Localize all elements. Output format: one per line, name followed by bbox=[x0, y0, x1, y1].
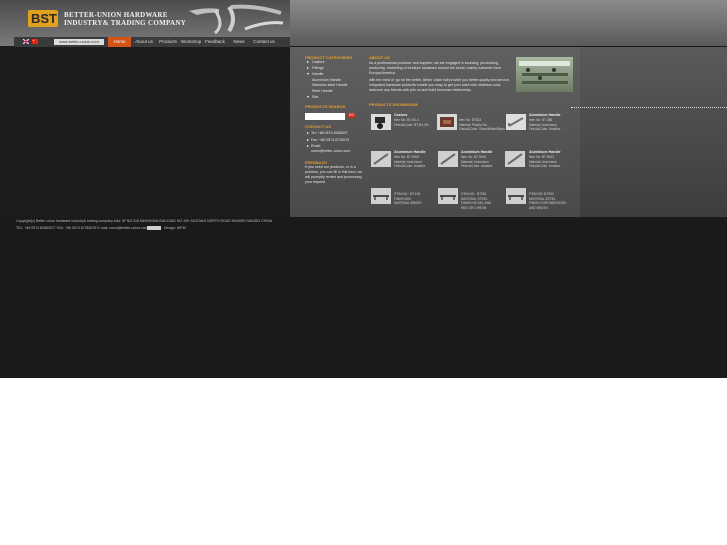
workshop-photo-graphic bbox=[519, 61, 570, 84]
category-handle[interactable]: Handle bbox=[312, 72, 323, 77]
nav-contact-us[interactable]: Contact us bbox=[252, 37, 276, 47]
company-name-line2: INDUSTRY& TRADING COMPANY bbox=[64, 19, 187, 27]
aluminium-handle-image[interactable] bbox=[505, 151, 525, 167]
about-text-line: welcome any friends with join us and bui… bbox=[369, 88, 472, 92]
nav-feedback[interactable]: Feedback bbox=[204, 37, 226, 47]
footer-contact: TEL: +86 0574 82883077 FAX: +86 0574 872… bbox=[16, 226, 148, 230]
arrow-icon bbox=[307, 132, 309, 134]
handle-product-image[interactable] bbox=[371, 188, 391, 204]
about-text-line: Europe/America. bbox=[369, 71, 396, 75]
nav-home[interactable]: Home bbox=[108, 37, 131, 47]
website-url-box[interactable]: www.better-union.com bbox=[54, 39, 104, 45]
aluminium-handle-image[interactable] bbox=[371, 151, 391, 167]
product-detail: RED OR CHROM bbox=[461, 205, 487, 210]
about-title: ABOUT US bbox=[369, 55, 390, 60]
nav-about-us[interactable]: About us bbox=[133, 37, 155, 47]
product-name[interactable]: Aluminium Handle bbox=[394, 150, 426, 154]
nav-workshop[interactable]: Workshop bbox=[180, 37, 202, 47]
footer-badge[interactable] bbox=[147, 226, 161, 230]
product-name[interactable]: Aluminium Handle bbox=[461, 150, 493, 154]
china-flag-icon[interactable] bbox=[32, 39, 38, 44]
handle-product-image[interactable] bbox=[438, 188, 458, 204]
search-input[interactable] bbox=[305, 113, 345, 120]
product-detail: Finish&Color: Anodize bbox=[461, 164, 493, 168]
nav-products[interactable]: Products bbox=[157, 37, 179, 47]
category-stainless-steel-handle[interactable]: Stainless steel Handle bbox=[312, 83, 348, 88]
product-name[interactable]: Castors bbox=[394, 113, 407, 117]
category-fittings[interactable]: Fittings bbox=[312, 66, 324, 71]
aluminium-handle-image[interactable] bbox=[506, 114, 526, 130]
product-detail: Finish&Color: Anodize bbox=[529, 164, 561, 168]
company-logo[interactable]: BST bbox=[28, 10, 58, 27]
product-detail: AND BRUSH bbox=[529, 205, 548, 210]
product-detail: MATERIAL:BRASS bbox=[394, 201, 422, 205]
category-castors[interactable]: Castors bbox=[312, 60, 324, 65]
logo-text: BST bbox=[31, 11, 57, 26]
uk-flag-icon[interactable] bbox=[23, 39, 29, 44]
footer-copyright: Copyright(c) Better union hardware indus… bbox=[16, 219, 273, 223]
handle-decoration-image bbox=[189, 4, 284, 35]
product-detail: Finish&Color: Silver/White/Black bbox=[459, 127, 505, 131]
arrow-icon bbox=[307, 145, 309, 147]
aluminium-handle-image[interactable] bbox=[438, 151, 458, 167]
search-title: PRODUCTS SEARCH bbox=[305, 104, 346, 109]
product-name[interactable]: Aluminium Handle bbox=[529, 150, 561, 154]
feedback-text-line: your request. bbox=[305, 180, 326, 184]
castor-product-image[interactable] bbox=[371, 114, 391, 130]
nav-news[interactable]: News bbox=[228, 37, 250, 47]
handle-product-image[interactable] bbox=[506, 188, 526, 204]
dotted-divider bbox=[571, 107, 727, 108]
category-aluminium-handle[interactable]: Aluminium Handle bbox=[312, 78, 341, 83]
category-slat[interactable]: Slat bbox=[312, 95, 318, 100]
left-dark-area bbox=[0, 47, 290, 217]
contact-tel: Tel: +86 0574 8288307 bbox=[311, 130, 348, 135]
arrow-down-icon bbox=[307, 96, 309, 98]
arrow-down-icon bbox=[307, 73, 309, 75]
product-detail: Finish&Color: BT-R4-0% bbox=[394, 122, 429, 127]
showroom-title: PRODUCTS SHOWROOM bbox=[369, 102, 418, 107]
category-steel-handle[interactable]: Steel Handle bbox=[312, 89, 333, 94]
footer-design: Design: WF36 bbox=[164, 226, 187, 230]
contact-email[interactable]: union@better-union.com bbox=[311, 149, 350, 154]
product-detail: Finish&Color: Anodize bbox=[529, 127, 561, 131]
arrow-icon bbox=[307, 61, 309, 63]
fitting-product-image[interactable] bbox=[437, 114, 457, 130]
arrow-icon bbox=[307, 67, 309, 69]
arrow-icon bbox=[307, 139, 309, 141]
contact-fax: Fax: +86 0574 8728079 bbox=[311, 137, 350, 142]
search-go-button[interactable]: GO bbox=[347, 113, 356, 118]
contact-title: CONTACT US bbox=[305, 124, 331, 129]
product-detail: Finish&Color: Anodize bbox=[394, 164, 426, 168]
product-name[interactable]: Aluminium Handle bbox=[529, 113, 561, 117]
workshop-photo[interactable] bbox=[516, 57, 573, 92]
company-name-line1: BETTER-UNION HARDWARE bbox=[64, 11, 168, 19]
right-gradient-area bbox=[580, 47, 727, 217]
